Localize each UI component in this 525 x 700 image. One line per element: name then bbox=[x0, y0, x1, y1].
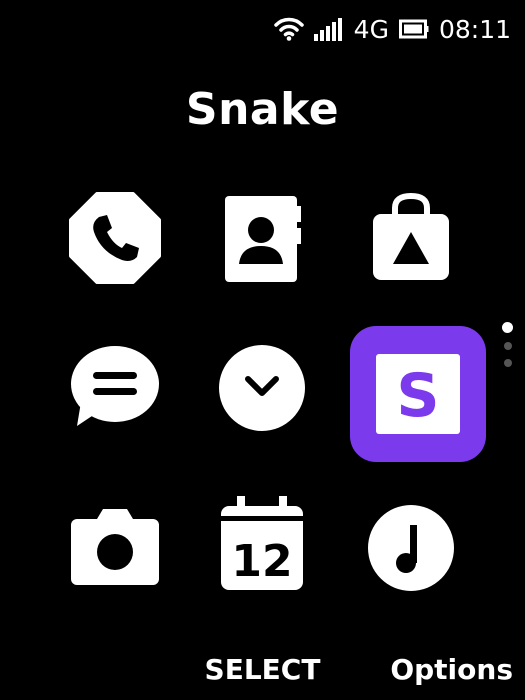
status-bar: 4G 08:11 bbox=[273, 12, 511, 46]
softkey-bar: SELECT Options bbox=[0, 640, 525, 700]
app-contacts[interactable] bbox=[202, 178, 322, 298]
clock-time: 08:11 bbox=[438, 14, 511, 44]
battery-icon bbox=[398, 18, 429, 40]
page-indicator bbox=[502, 322, 513, 367]
page-dot bbox=[503, 359, 512, 367]
page-title: Snake bbox=[185, 84, 340, 135]
snake-glyph: S bbox=[396, 361, 439, 431]
music-note-icon bbox=[368, 505, 454, 591]
app-phone[interactable] bbox=[55, 178, 175, 298]
store-bag-icon bbox=[373, 192, 449, 280]
signal-icon bbox=[313, 17, 346, 41]
app-snake[interactable]: S bbox=[350, 326, 486, 462]
app-clock[interactable] bbox=[202, 328, 322, 448]
page-dot bbox=[503, 342, 512, 350]
softkey-options[interactable]: Options bbox=[390, 653, 513, 686]
snake-s-icon: S bbox=[376, 354, 460, 434]
app-messages[interactable] bbox=[55, 328, 175, 448]
clock-icon bbox=[219, 345, 305, 431]
network-type: 4G bbox=[353, 14, 389, 44]
calendar-day: 12 bbox=[231, 536, 292, 587]
app-store[interactable] bbox=[351, 178, 471, 298]
app-calendar[interactable]: 12 bbox=[202, 484, 322, 604]
page-dot-active bbox=[502, 322, 513, 333]
phone-icon bbox=[69, 192, 161, 284]
app-camera[interactable] bbox=[55, 488, 175, 608]
calendar-icon: 12 bbox=[221, 496, 303, 590]
contacts-icon bbox=[225, 196, 301, 282]
camera-icon bbox=[71, 509, 159, 585]
message-bubble-icon bbox=[71, 346, 159, 426]
app-music[interactable] bbox=[351, 488, 471, 608]
wifi-icon bbox=[273, 17, 304, 41]
